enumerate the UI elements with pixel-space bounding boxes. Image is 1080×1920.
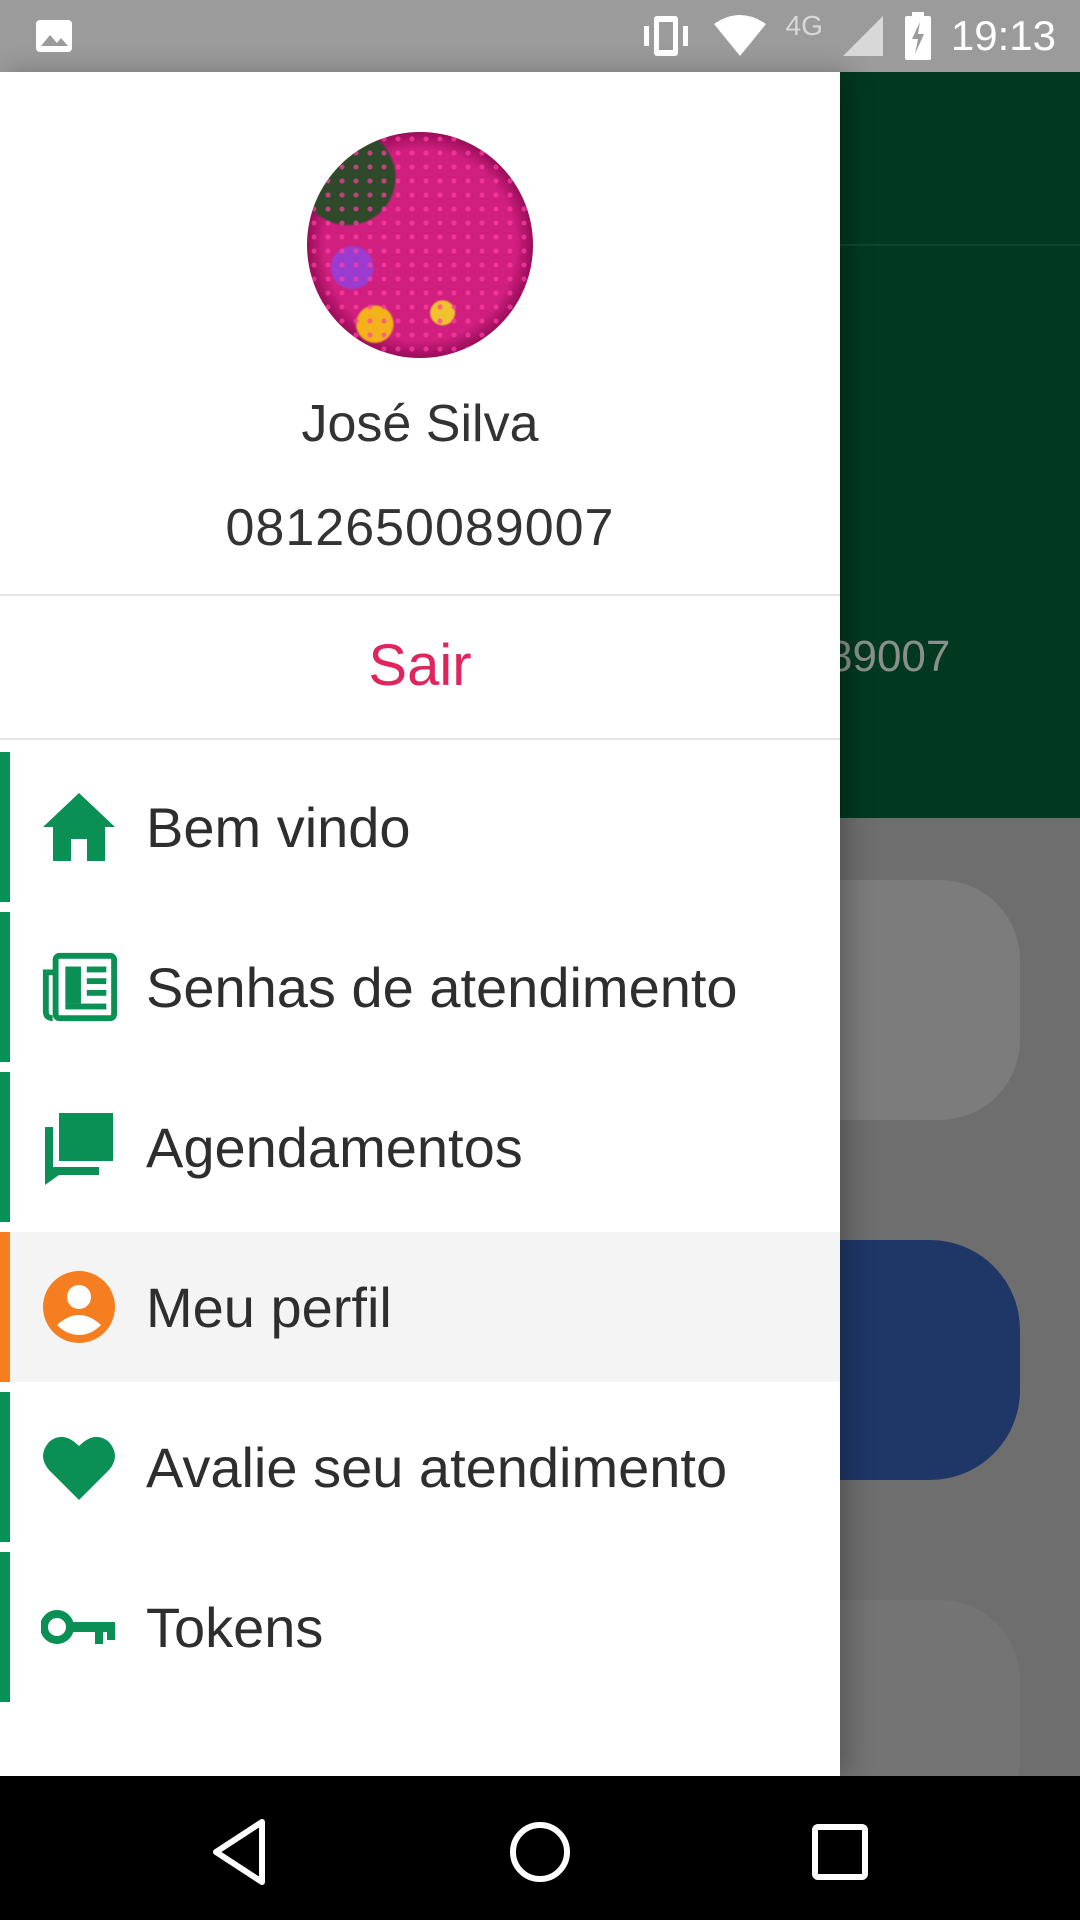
wifi-icon (712, 14, 768, 58)
menu-item-tokens[interactable]: Tokens (0, 1552, 840, 1702)
menu-item-meu-perfil[interactable]: Meu perfil (0, 1232, 840, 1382)
menu-item-label: Senhas de atendimento (146, 955, 738, 1019)
navigation-bar (0, 1776, 1080, 1920)
clock: 19:13 (950, 12, 1056, 59)
image-icon (34, 16, 74, 56)
divider (0, 594, 840, 596)
battery-charging-icon (903, 12, 933, 60)
recents-icon[interactable] (800, 1812, 880, 1892)
menu-item-label: Meu perfil (146, 1275, 392, 1339)
chat-icon (40, 1108, 118, 1186)
menu-item-bem-vindo[interactable]: Bem vindo (0, 752, 840, 902)
user-name: José Silva (301, 395, 539, 453)
menu-item-label: Agendamentos (146, 1115, 523, 1179)
menu-item-avalie[interactable]: Avalie seu atendimento (0, 1392, 840, 1542)
menu-item-senhas[interactable]: Senhas de atendimento (0, 912, 840, 1062)
avatar[interactable] (307, 132, 533, 358)
network-type: 4G (785, 10, 823, 41)
menu-item-label: Avalie seu atendimento (146, 1435, 728, 1499)
home-icon (40, 788, 118, 866)
newspaper-icon (40, 948, 118, 1026)
user-phone: 0812650089007 (225, 499, 615, 557)
key-icon (40, 1588, 118, 1666)
drawer-menu: Bem vindo Senhas de atendimento Agendame… (0, 752, 840, 1712)
signal-icon (841, 14, 885, 58)
navigation-drawer: José Silva 0812650089007 Sair Bem vindo … (0, 72, 840, 1776)
back-icon[interactable] (202, 1812, 282, 1892)
home-circle-icon[interactable] (500, 1812, 580, 1892)
vibrate-icon (638, 14, 694, 58)
background-header-text: 89007 (828, 632, 951, 681)
heart-icon (40, 1428, 118, 1506)
menu-item-agendamentos[interactable]: Agendamentos (0, 1072, 840, 1222)
logout-button[interactable]: Sair (0, 632, 840, 699)
account-circle-icon (40, 1268, 118, 1346)
status-bar: 4G 19:13 (0, 0, 1080, 72)
menu-item-label: Bem vindo (146, 795, 411, 859)
menu-item-label: Tokens (146, 1595, 324, 1659)
divider (0, 738, 840, 740)
